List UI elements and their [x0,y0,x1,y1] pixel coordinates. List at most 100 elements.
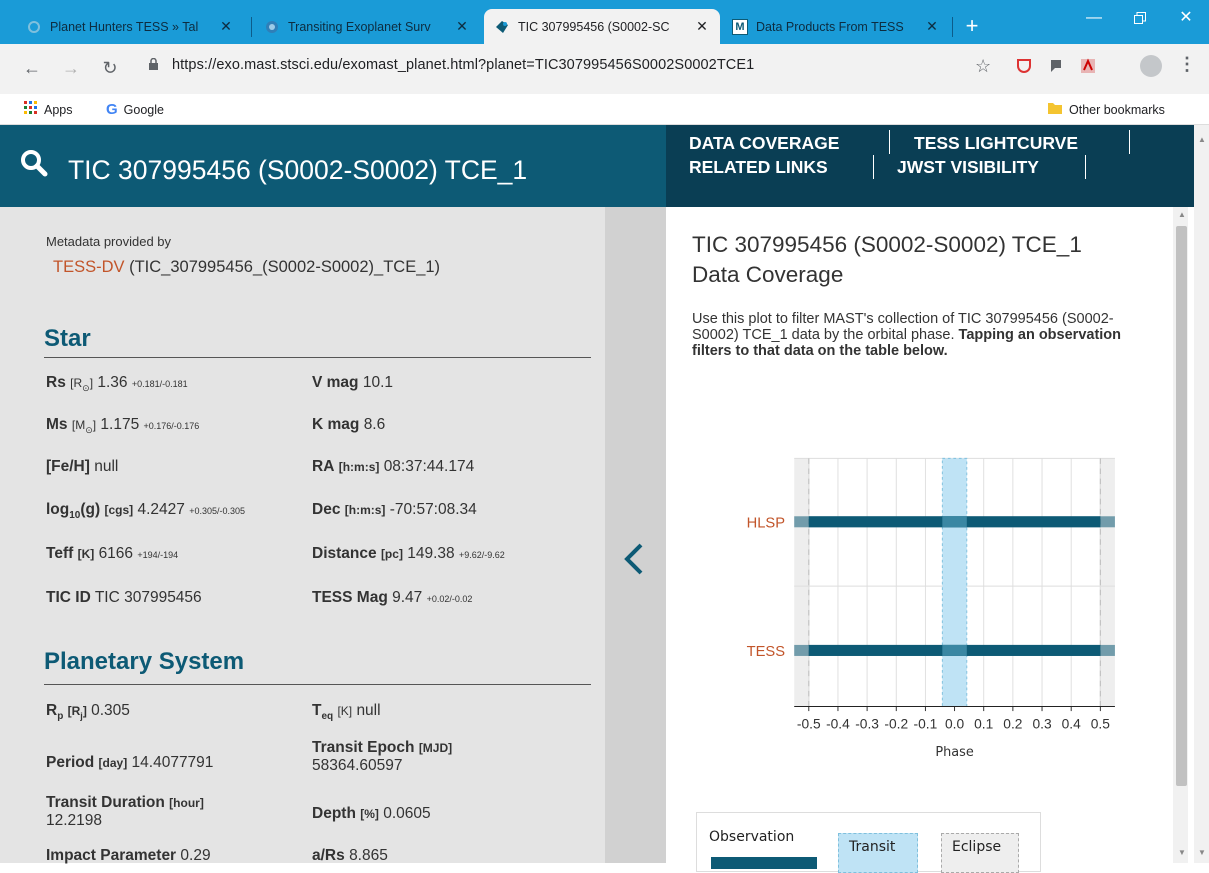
tab-data-products[interactable]: M Data Products From TESS ✕ [722,9,950,44]
close-tab-icon[interactable]: ✕ [454,18,470,35]
tab-planet-hunters[interactable]: Planet Hunters TESS » Tal ✕ [16,9,244,44]
nav-tess-lightcurve[interactable]: TESS LIGHTCURVE [914,133,1078,154]
field-transit-epoch: Transit Epoch [MJD] 58364.60597 [312,739,453,774]
field-ra: RA [h:m:s] 08:37:44.174 [312,458,475,475]
collapse-panel-button[interactable] [605,207,666,863]
divider [44,684,591,685]
metadata-label: Metadata provided by [46,234,172,249]
legend-eclipse: Eclipse [952,839,1002,855]
chevron-left-icon [619,539,649,579]
search-icon[interactable] [18,147,52,181]
bookmark-other[interactable]: Other bookmarks [1047,101,1165,118]
field-rp: Rp [Rj] 0.305 [46,702,130,723]
pdf-extension-icon[interactable] [1080,58,1096,74]
x-tick-label: 0.2 [1003,717,1022,732]
metadata-source-id: (TIC_307995456_(S0002-S0002)_TCE_1) [124,258,441,276]
page-scrollbar[interactable] [1194,125,1209,863]
nav-data-coverage[interactable]: DATA COVERAGE [689,133,839,154]
apps-grid-icon [24,101,38,118]
back-arrow-icon[interactable]: ← [18,54,46,82]
bookmark-label: Google [123,102,164,117]
page-scroll-down-icon[interactable]: ▼ [1198,848,1206,857]
tab-separator [251,17,252,37]
transit-window [941,457,968,707]
nav-related-links[interactable]: RELATED LINKS [689,157,828,178]
tess-dv-link[interactable]: TESS-DV [53,258,125,276]
field-vmag: V mag 10.1 [312,374,393,391]
field-tessmag: TESS Mag 9.47 +0.02/-0.02 [312,589,473,606]
bookmark-google[interactable]: G Google [106,101,164,118]
close-window-icon[interactable]: ✕ [1163,0,1209,36]
bar-transit-overlap [942,516,967,528]
category-label: TESS [747,644,786,660]
tab-transiting-exoplanet[interactable]: Transiting Exoplanet Surv ✕ [254,9,480,44]
section-nav: DATA COVERAGE TESS LIGHTCURVE RELATED LI… [666,125,1194,207]
forward-arrow-icon[interactable]: → [57,54,85,82]
coverage-description: Use this plot to filter MAST's collectio… [692,311,1142,359]
scroll-down-arrow-icon[interactable]: ▼ [1178,848,1186,857]
coverage-title: TIC 307995456 (S0002-S0002) TCE_1 Data C… [692,232,1082,287]
mast-favicon-icon: M [732,18,748,35]
x-tick-label: 0.5 [1091,717,1110,732]
x-tick-label: -0.1 [914,717,938,732]
tab-title: Data Products From TESS [756,19,904,34]
minimize-icon[interactable]: — [1071,0,1117,36]
x-tick-label: 0.4 [1062,717,1081,732]
field-ticid: TIC ID TIC 307995456 [46,589,202,606]
panel-scrollbar-thumb[interactable] [1176,226,1187,786]
chrome-menu-icon[interactable]: ⋮ [1178,54,1196,75]
planet-header: TIC 307995456 (S0002-S0002) TCE_1 [0,125,666,207]
page-scroll-up-icon[interactable]: ▲ [1198,135,1206,144]
field-transit-duration: Transit Duration [hour] 12.2198 [46,794,204,829]
restore-icon[interactable] [1117,0,1163,36]
x-tick-label: -0.3 [855,717,879,732]
x-tick-label: 0.3 [1032,717,1051,732]
pocket-extension-icon[interactable] [1016,58,1032,74]
category-label: HLSP [747,515,786,531]
field-logg: log10(g) [cgs] 4.2427 +0.305/-0.305 [46,501,246,522]
legend-observation: Observation [709,829,795,845]
new-tab-button[interactable]: + [958,12,986,40]
close-tab-icon[interactable]: ✕ [924,18,940,35]
bookmark-label: Other bookmarks [1069,102,1165,117]
tess-favicon-icon [264,19,280,35]
close-tab-icon[interactable]: ✕ [218,18,234,35]
planet-hunters-favicon-icon [26,19,42,35]
bookmark-apps[interactable]: Apps [24,101,73,118]
x-tick-label: 0.0 [945,717,964,732]
legend-observation-swatch [711,857,817,869]
close-tab-icon[interactable]: ✕ [694,18,710,35]
field-rs: Rs [R⊙] 1.36 +0.181/-0.181 [46,374,188,394]
star-heading: Star [44,325,91,352]
tab-separator [952,17,953,37]
bookmark-label: Apps [44,102,73,117]
profile-avatar[interactable] [1140,55,1162,77]
bookmarks-bar: Apps G Google Other bookmarks [0,94,1209,125]
exomast-favicon-icon [494,19,510,35]
scroll-up-arrow-icon[interactable]: ▲ [1178,210,1186,219]
nav-jwst-visibility[interactable]: JWST VISIBILITY [897,157,1039,178]
tab-tic-307995456[interactable]: TIC 307995456 (S0002-SC ✕ [484,9,720,44]
x-axis-label: Phase [935,745,973,760]
flag-extension-icon[interactable] [1048,58,1064,74]
field-period: Period [day] 14.4077791 [46,754,214,771]
bookmark-star-icon[interactable]: ☆ [975,56,991,77]
address-bar[interactable]: https://exo.mast.stsci.edu/exomast_plane… [140,50,1000,82]
page-title: TIC 307995456 (S0002-S0002) TCE_1 [68,155,528,185]
nav-separator [1085,155,1086,179]
field-ms: Ms [M⊙] 1.175 +0.176/-0.176 [46,416,200,436]
field-feh: [Fe/H] null [46,458,119,475]
chart-legend: Observation Transit Eclipse [696,812,1041,873]
lock-icon [148,57,159,74]
x-tick-label: 0.1 [974,717,993,732]
nav-separator [1129,130,1130,154]
field-distance: Distance [pc] 149.38 +9.62/-9.62 [312,545,505,562]
x-tick-label: -0.4 [826,717,850,732]
reload-icon[interactable]: ↻ [96,54,124,82]
nav-separator [889,130,890,154]
tab-title: Planet Hunters TESS » Tal [50,19,199,34]
field-dec: Dec [h:m:s] -70:57:08.34 [312,501,477,518]
planetary-system-heading: Planetary System [44,648,245,675]
url-text: https://exo.mast.stsci.edu/exomast_plane… [172,57,755,73]
folder-icon [1047,101,1063,118]
